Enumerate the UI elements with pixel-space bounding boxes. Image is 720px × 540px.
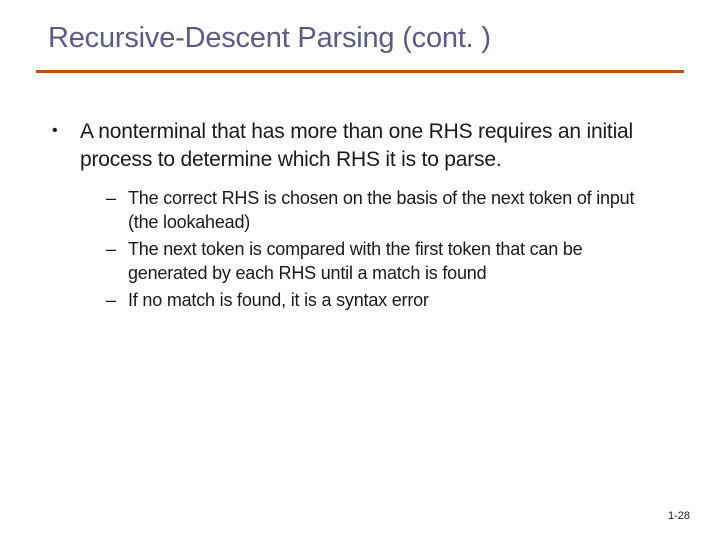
- bullet-level1: A nonterminal that has more than one RHS…: [48, 118, 672, 173]
- bullet-level2: The next token is compared with the firs…: [106, 238, 664, 285]
- bullet-level2-list: The correct RHS is chosen on the basis o…: [48, 187, 672, 312]
- slide: Recursive-Descent Parsing (cont. ) A non…: [0, 0, 720, 540]
- bullet-level2: The correct RHS is chosen on the basis o…: [106, 187, 664, 234]
- slide-title: Recursive-Descent Parsing (cont. ): [48, 22, 491, 55]
- slide-body: A nonterminal that has more than one RHS…: [48, 118, 672, 316]
- page-number: 1-28: [668, 510, 690, 522]
- bullet-level2: If no match is found, it is a syntax err…: [106, 289, 664, 312]
- title-underline: [36, 70, 684, 73]
